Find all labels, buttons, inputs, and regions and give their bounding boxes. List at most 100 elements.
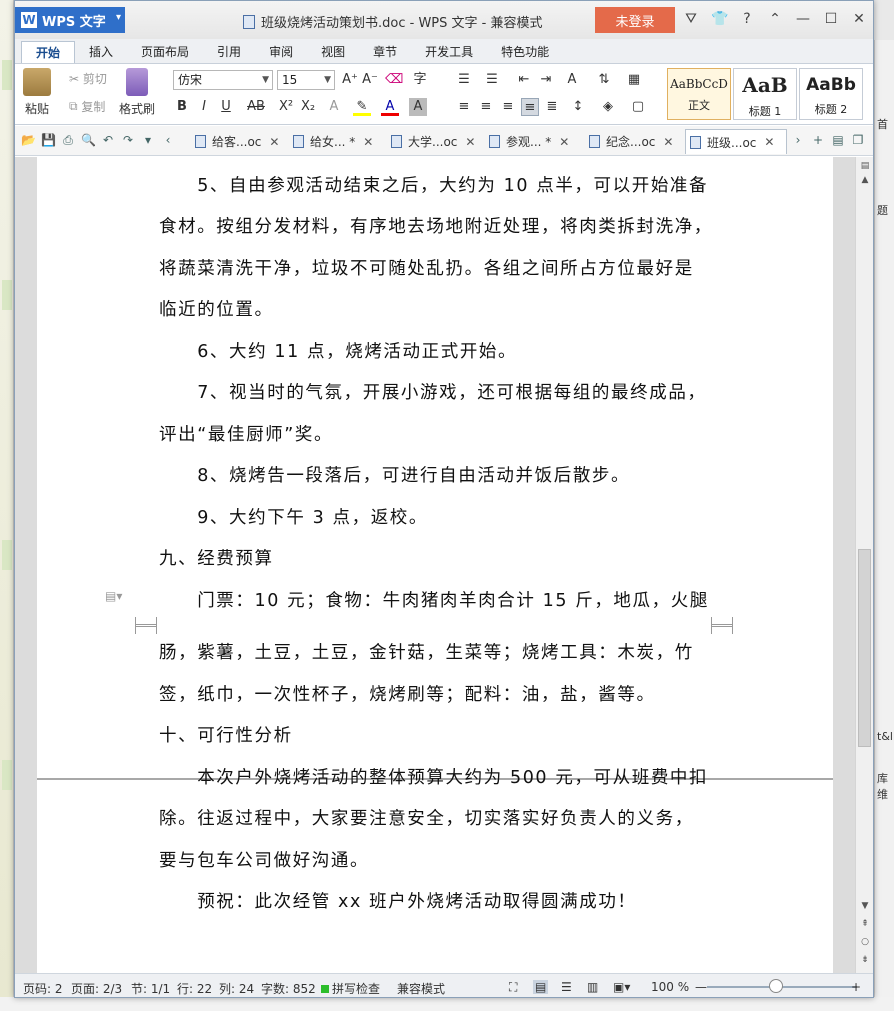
previous-page-icon[interactable]: ⇞	[859, 919, 871, 931]
borders-icon[interactable]: ▢	[629, 98, 647, 116]
tab-scroll-right-icon[interactable]: ›	[791, 133, 805, 147]
align-center-icon[interactable]: ≡	[477, 98, 495, 116]
spell-check-toggle[interactable]: 拼写检查	[321, 980, 380, 997]
scroll-down-icon[interactable]: ▼	[859, 901, 871, 913]
numbering-icon[interactable]: ☰	[483, 71, 501, 89]
line-spacing-icon[interactable]: ↕	[569, 98, 587, 116]
print-icon[interactable]: ⎙	[61, 133, 75, 148]
justify-icon[interactable]: ≡	[521, 98, 539, 116]
scroll-top-icon[interactable]: ▤	[859, 161, 871, 173]
distributed-icon[interactable]: ≣	[543, 98, 561, 116]
close-doc-icon[interactable]: ✕	[871, 133, 874, 147]
status-word-count[interactable]: 字数: 852	[261, 980, 316, 997]
style-normal[interactable]: AaBbCcD 正文	[667, 68, 731, 120]
align-left-icon[interactable]: ≡	[455, 98, 473, 116]
collapse-ribbon-icon[interactable]: ⌃	[767, 11, 783, 27]
change-case-icon[interactable]: A	[563, 71, 581, 89]
document-tab[interactable]: 纪念...oc ✕	[585, 129, 681, 154]
decrease-indent-icon[interactable]: ⇤	[515, 71, 533, 89]
close-tab-icon[interactable]: ✕	[465, 135, 475, 149]
tab-references[interactable]: 引用	[203, 41, 255, 63]
bullets-icon[interactable]: ☰	[455, 71, 473, 89]
increase-indent-icon[interactable]: ⇥	[537, 71, 555, 89]
close-tab-icon[interactable]: ✕	[663, 135, 673, 149]
close-tab-icon[interactable]: ✕	[764, 135, 774, 149]
shading-icon[interactable]: ◈	[599, 98, 617, 116]
paragraph-menu-icon[interactable]: ▤▾	[105, 589, 122, 603]
shrink-font-icon[interactable]: A⁻	[361, 71, 379, 89]
zoom-slider-knob[interactable]	[769, 979, 783, 993]
minimize-icon[interactable]: —	[795, 11, 811, 27]
close-tab-icon[interactable]: ✕	[269, 135, 279, 149]
scroll-up-icon[interactable]: ▲	[859, 175, 871, 187]
pinyin-icon[interactable]: 字	[411, 71, 429, 89]
style-heading-2[interactable]: AaBb 标题 2	[799, 68, 863, 120]
highlight-icon[interactable]: ✎	[353, 98, 371, 116]
font-color-icon[interactable]: A	[381, 98, 399, 116]
superscript-icon[interactable]: X²	[277, 98, 295, 116]
font-size-select[interactable]: 15 ▼	[277, 70, 335, 90]
help-icon[interactable]: ?	[739, 11, 755, 27]
columns-icon[interactable]: ▦	[625, 71, 643, 89]
vertical-scrollbar[interactable]: ▤ ▲ ▼ ⇞ ○ ⇟	[855, 157, 873, 973]
page-view-icon[interactable]: ▤	[533, 980, 549, 994]
tab-home[interactable]: 开始	[21, 41, 76, 63]
cut-button[interactable]: ✂ 剪切	[69, 70, 107, 87]
close-tab-icon[interactable]: ✕	[559, 135, 569, 149]
italic-icon[interactable]: I	[195, 98, 213, 116]
status-page-code[interactable]: 页码: 2	[23, 980, 63, 997]
select-browse-object-icon[interactable]: ○	[859, 937, 871, 949]
copy-button[interactable]: ⧉ 复制	[69, 98, 105, 115]
full-screen-icon[interactable]: ⛶	[509, 980, 517, 995]
customize-qat-icon[interactable]: ▾	[141, 133, 155, 148]
shirt-icon[interactable]: 👕	[711, 11, 728, 27]
undo-icon[interactable]: ↶	[101, 133, 115, 148]
wps-menu-button[interactable]: W WPS 文字 ▾	[15, 7, 125, 33]
tab-scroll-left-icon[interactable]: ‹	[161, 133, 175, 148]
tab-special[interactable]: 特色功能	[487, 41, 563, 63]
document-tab-active[interactable]: 班级...oc ✕	[685, 129, 787, 154]
tab-review[interactable]: 审阅	[255, 41, 307, 63]
status-pages[interactable]: 页面: 2/3	[71, 980, 122, 997]
align-right-icon[interactable]: ≡	[499, 98, 517, 116]
grow-font-icon[interactable]: A⁺	[341, 71, 359, 89]
restore-doc-icon[interactable]: ❐	[851, 133, 865, 147]
bold-icon[interactable]: B	[173, 98, 191, 116]
next-page-icon[interactable]: ⇟	[859, 955, 871, 967]
outline-view-icon[interactable]: ☰	[561, 980, 572, 994]
open-folder-icon[interactable]: 📂	[21, 133, 36, 148]
save-icon[interactable]: 💾	[41, 133, 56, 148]
print-preview-icon[interactable]: 🔍	[81, 133, 96, 148]
tab-view[interactable]: 视图	[307, 41, 359, 63]
redo-icon[interactable]: ↷	[121, 133, 135, 148]
scrollbar-thumb[interactable]	[858, 549, 871, 747]
strikethrough-icon[interactable]: AB	[245, 98, 267, 116]
login-button[interactable]: 未登录	[595, 7, 675, 33]
zoom-in-icon[interactable]: +	[851, 980, 861, 994]
style-heading-1[interactable]: AaB 标题 1	[733, 68, 797, 120]
tab-page-layout[interactable]: 页面布局	[127, 41, 203, 63]
skin-icon[interactable]: ⛛	[683, 11, 699, 27]
new-tab-icon[interactable]: +	[811, 133, 825, 147]
paste-button[interactable]: 粘贴	[23, 68, 51, 117]
underline-icon[interactable]: U	[217, 98, 235, 116]
reading-mode-icon[interactable]: ▣▾	[613, 980, 630, 994]
clear-format-icon[interactable]: ⌫	[385, 71, 403, 89]
sort-icon[interactable]: ⇅	[595, 71, 613, 89]
tab-sections[interactable]: 章节	[359, 41, 411, 63]
close-icon[interactable]: ✕	[851, 11, 867, 27]
maximize-icon[interactable]: ☐	[823, 11, 839, 27]
font-name-select[interactable]: 仿宋 ▼	[173, 70, 273, 90]
document-tab[interactable]: 给客...oc ✕	[191, 129, 287, 154]
char-shading-icon[interactable]: A	[409, 98, 427, 116]
tab-developer[interactable]: 开发工具	[411, 41, 487, 63]
document-tab[interactable]: 给女... * ✕	[289, 129, 385, 154]
zoom-out-icon[interactable]: —	[695, 980, 707, 994]
close-tab-icon[interactable]: ✕	[363, 135, 373, 149]
document-tab[interactable]: 大学...oc ✕	[387, 129, 483, 154]
web-view-icon[interactable]: ▥	[587, 980, 598, 994]
tab-list-icon[interactable]: ▤	[831, 133, 845, 147]
document-tab[interactable]: 参观... * ✕	[485, 129, 581, 154]
text-effect-icon[interactable]: A	[325, 98, 343, 116]
zoom-level[interactable]: 100 %	[651, 980, 689, 994]
